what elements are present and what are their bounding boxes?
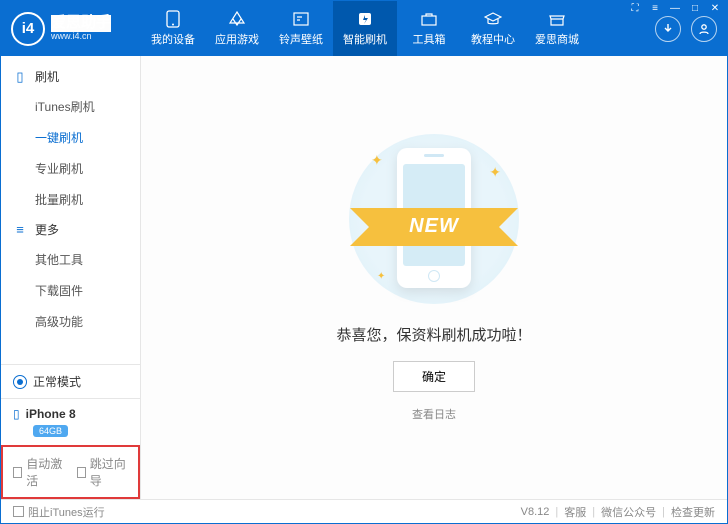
toolbox-icon bbox=[420, 10, 438, 28]
apps-icon bbox=[228, 10, 246, 28]
footer-link-update[interactable]: 检查更新 bbox=[671, 504, 715, 520]
app-logo: i4 爱思助手 www.i4.cn bbox=[1, 1, 141, 56]
sparkle-icon: ✦ bbox=[371, 152, 383, 169]
phone-icon bbox=[164, 10, 182, 28]
app-title: 爱思助手 bbox=[51, 15, 111, 32]
more-icon: ≡ bbox=[13, 222, 27, 237]
device-storage-badge: 64GB bbox=[33, 425, 68, 437]
main-nav: 我的设备 应用游戏 铃声壁纸 智能刷机 工具箱 教程中心 bbox=[141, 1, 645, 56]
sidebar-item-other-tools[interactable]: 其他工具 bbox=[1, 244, 140, 275]
sidebar-item-advanced[interactable]: 高级功能 bbox=[1, 306, 140, 337]
view-log-link[interactable]: 查看日志 bbox=[412, 406, 456, 422]
footer-link-support[interactable]: 客服 bbox=[564, 504, 586, 520]
device-name: iPhone 8 bbox=[26, 407, 76, 421]
app-header: i4 爱思助手 www.i4.cn 我的设备 应用游戏 铃声壁纸 智能刷机 bbox=[1, 1, 727, 56]
sparkle-icon: ✦ bbox=[377, 271, 385, 282]
main-content: ✦ ✦ ✦ NEW 恭喜您，保资料刷机成功啦！ 确定 查看日志 bbox=[141, 56, 727, 499]
success-illustration: ✦ ✦ ✦ NEW bbox=[349, 134, 519, 304]
device-icon: ▯ bbox=[13, 407, 20, 421]
nav-my-device[interactable]: 我的设备 bbox=[141, 1, 205, 56]
auto-activate-checkbox[interactable]: 自动激活 bbox=[13, 455, 65, 489]
success-message: 恭喜您，保资料刷机成功啦！ bbox=[336, 324, 531, 345]
nav-ringtone-wallpaper[interactable]: 铃声壁纸 bbox=[269, 1, 333, 56]
sidebar-item-oneclick-flash[interactable]: 一键刷机 bbox=[1, 122, 140, 153]
sidebar-status[interactable]: 正常模式 bbox=[1, 365, 140, 399]
block-itunes-checkbox[interactable]: 阻止iTunes运行 bbox=[13, 504, 105, 520]
store-icon bbox=[548, 10, 566, 28]
nav-toolbox[interactable]: 工具箱 bbox=[397, 1, 461, 56]
close-button[interactable]: ✕ bbox=[706, 0, 724, 16]
download-button[interactable] bbox=[655, 16, 681, 42]
flash-icon bbox=[356, 10, 374, 28]
sidebar-item-itunes-flash[interactable]: iTunes刷机 bbox=[1, 91, 140, 122]
sidebar-section-more[interactable]: ≡ 更多 bbox=[1, 215, 140, 244]
nav-tutorial-center[interactable]: 教程中心 bbox=[461, 1, 525, 56]
skip-guide-checkbox[interactable]: 跳过向导 bbox=[77, 455, 129, 489]
logo-icon: i4 bbox=[11, 12, 45, 46]
sidebar: ▯ 刷机 iTunes刷机 一键刷机 专业刷机 批量刷机 ≡ 更多 其他工具 下… bbox=[1, 56, 141, 499]
status-dot-icon bbox=[13, 375, 27, 389]
sidebar-device[interactable]: ▯ iPhone 8 64GB bbox=[1, 399, 140, 445]
phone-outline-icon: ▯ bbox=[13, 69, 27, 85]
user-button[interactable] bbox=[691, 16, 717, 42]
maximize-button[interactable]: □ bbox=[686, 0, 704, 16]
wallpaper-icon bbox=[292, 10, 310, 28]
nav-app-games[interactable]: 应用游戏 bbox=[205, 1, 269, 56]
nav-store[interactable]: 爱思商城 bbox=[525, 1, 589, 56]
status-bar: 阻止iTunes运行 V8.12 | 客服 | 微信公众号 | 检查更新 bbox=[1, 499, 727, 523]
minimize-button[interactable]: ― bbox=[666, 0, 684, 16]
nav-smart-flash[interactable]: 智能刷机 bbox=[333, 1, 397, 56]
sidebar-section-flash[interactable]: ▯ 刷机 bbox=[1, 62, 140, 91]
sidebar-item-batch-flash[interactable]: 批量刷机 bbox=[1, 184, 140, 215]
app-subtitle: www.i4.cn bbox=[51, 32, 111, 42]
sidebar-item-pro-flash[interactable]: 专业刷机 bbox=[1, 153, 140, 184]
version-label: V8.12 bbox=[521, 506, 550, 518]
menu-icon[interactable]: ≡ bbox=[646, 0, 664, 16]
basket-icon[interactable]: ⛶ bbox=[626, 0, 644, 16]
footer-link-wechat[interactable]: 微信公众号 bbox=[601, 504, 656, 520]
sidebar-item-download-firmware[interactable]: 下载固件 bbox=[1, 275, 140, 306]
graduation-icon bbox=[484, 10, 502, 28]
sidebar-checkboxes: 自动激活 跳过向导 bbox=[1, 445, 140, 499]
confirm-button[interactable]: 确定 bbox=[393, 361, 475, 392]
new-ribbon: NEW bbox=[374, 208, 494, 246]
sparkle-icon: ✦ bbox=[489, 164, 501, 181]
